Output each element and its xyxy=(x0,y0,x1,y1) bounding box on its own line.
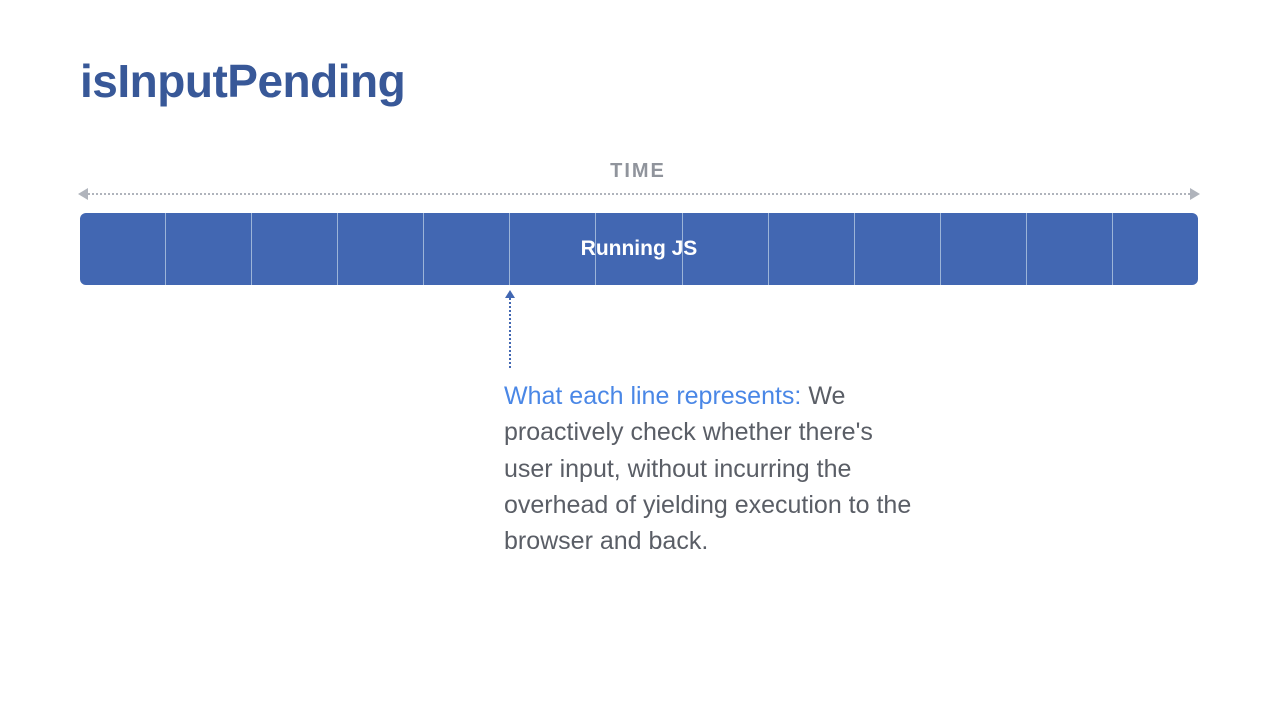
arrow-right-icon xyxy=(1190,188,1200,200)
running-js-bar: Running JS xyxy=(80,213,1198,285)
time-axis xyxy=(80,188,1198,200)
bar-label: Running JS xyxy=(80,213,1198,285)
time-axis-line xyxy=(88,193,1190,195)
time-axis-label: TIME xyxy=(0,160,1276,183)
callout-vertical-line xyxy=(509,298,511,368)
arrow-left-icon xyxy=(78,188,88,200)
annotation-text: What each line represents: We proactivel… xyxy=(504,378,924,559)
running-js-bar-wrap: Running JS xyxy=(80,213,1198,285)
slide-title: isInputPending xyxy=(80,54,405,108)
arrow-up-icon xyxy=(505,290,515,298)
callout-pointer xyxy=(504,290,516,368)
annotation-heading: What each line represents: xyxy=(504,382,801,410)
slide: isInputPending TIME Running JS What each… xyxy=(0,0,1276,717)
